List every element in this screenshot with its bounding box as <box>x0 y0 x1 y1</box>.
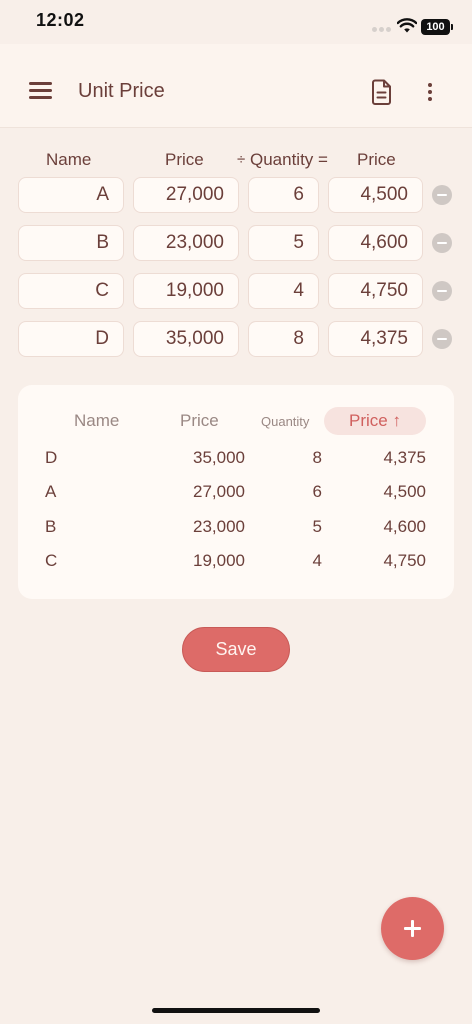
row-unit-price: 4,600 <box>383 517 426 536</box>
row-price: 19,000 <box>193 551 245 570</box>
price-input[interactable]: 35,000 <box>133 321 239 357</box>
quantity-input[interactable]: 4 <box>248 273 319 309</box>
row-quantity: 6 <box>312 482 322 501</box>
row-unit-price: 4,500 <box>383 482 426 501</box>
table-row: D 35,000 8 4,375 <box>18 448 454 472</box>
name-input[interactable]: C <box>18 273 124 309</box>
row-unit-price: 4,375 <box>383 448 426 467</box>
unit-price-output: 4,375 <box>328 321 423 357</box>
quantity-input[interactable]: 8 <box>248 321 319 357</box>
price-input[interactable]: 19,000 <box>133 273 239 309</box>
sorted-results-card: Name Price Quantity Price ↑ D 35,000 8 4… <box>18 385 454 599</box>
name-input[interactable]: D <box>18 321 124 357</box>
name-input[interactable]: A <box>18 177 124 213</box>
row-price: 27,000 <box>193 482 245 501</box>
sorted-header-quantity[interactable]: Quantity <box>261 414 309 429</box>
input-row: B 23,000 5 4,600 <box>0 225 472 261</box>
row-quantity: 8 <box>312 448 322 467</box>
remove-circle-icon[interactable] <box>432 185 452 205</box>
unit-price-output: 4,750 <box>328 273 423 309</box>
table-row: B 23,000 5 4,600 <box>18 517 454 541</box>
signal-dots-icon <box>372 27 394 33</box>
quantity-input[interactable]: 6 <box>248 177 319 213</box>
home-indicator[interactable] <box>152 1008 320 1013</box>
hamburger-menu-icon[interactable] <box>29 81 53 101</box>
header-equals-operator: = <box>318 150 328 169</box>
row-name: D <box>45 448 58 467</box>
price-input[interactable]: 27,000 <box>133 177 239 213</box>
header-name: Name <box>46 150 92 169</box>
sorted-header-unit-price-active[interactable]: Price ↑ <box>324 407 426 435</box>
row-price: 23,000 <box>193 517 245 536</box>
page-title: Unit Price <box>78 80 165 102</box>
more-vertical-icon[interactable] <box>418 79 442 105</box>
name-input[interactable]: B <box>18 225 124 261</box>
battery-icon: 100 <box>421 19 453 35</box>
row-quantity: 5 <box>312 517 322 536</box>
row-name: C <box>45 551 58 570</box>
table-row: C 19,000 4 4,750 <box>18 551 454 575</box>
remove-circle-icon[interactable] <box>432 281 452 301</box>
input-row: A 27,000 6 4,500 <box>0 177 472 213</box>
row-price: 35,000 <box>193 448 245 467</box>
status-bar: 12:02 100 <box>0 0 472 44</box>
battery-level: 100 <box>421 19 450 35</box>
input-row: D 35,000 8 4,375 <box>0 321 472 357</box>
status-time: 12:02 <box>36 10 85 30</box>
header-unit-price: Price <box>357 150 396 169</box>
price-input[interactable]: 23,000 <box>133 225 239 261</box>
unit-price-output: 4,600 <box>328 225 423 261</box>
row-quantity: 4 <box>312 551 322 570</box>
row-name: B <box>45 517 57 536</box>
unit-price-screen: 12:02 100 Unit Price Name Price ÷ Quanti… <box>0 0 472 1024</box>
unit-price-output: 4,500 <box>328 177 423 213</box>
add-row-button[interactable] <box>381 897 444 960</box>
row-unit-price: 4,750 <box>383 551 426 570</box>
header-price: Price <box>165 150 204 169</box>
input-row: C 19,000 4 4,750 <box>0 273 472 309</box>
header-divide-operator: ÷ <box>237 151 246 168</box>
table-row: A 27,000 6 4,500 <box>18 482 454 506</box>
row-name: A <box>45 482 57 501</box>
remove-circle-icon[interactable] <box>432 233 452 253</box>
remove-circle-icon[interactable] <box>432 329 452 349</box>
app-bar: Unit Price <box>0 44 472 128</box>
sorted-header-price[interactable]: Price <box>180 411 219 431</box>
sorted-header-name[interactable]: Name <box>74 411 119 431</box>
save-button[interactable]: Save <box>182 627 290 672</box>
header-quantity: Quantity <box>250 150 314 169</box>
document-icon[interactable] <box>370 78 394 106</box>
quantity-input[interactable]: 5 <box>248 225 319 261</box>
wifi-icon <box>397 18 417 33</box>
